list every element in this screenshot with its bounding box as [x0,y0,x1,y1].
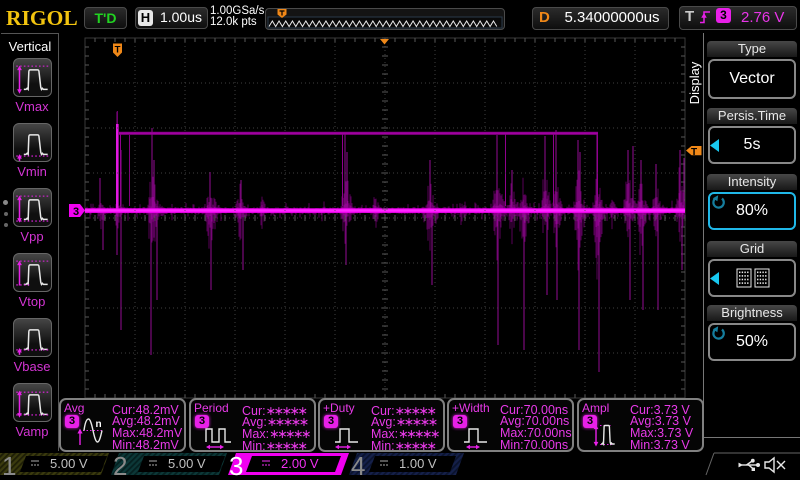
svg-text:1: 1 [2,451,16,480]
svg-text:T: T [115,45,121,56]
svg-text:3: 3 [73,206,79,218]
svg-text:1.00 V: 1.00 V [399,456,437,471]
svg-text:5.00 V: 5.00 V [50,456,88,471]
svg-text:2: 2 [113,451,127,480]
svg-text:n: n [96,419,102,430]
svg-text:4: 4 [351,451,365,480]
svg-text:5.00 V: 5.00 V [168,456,206,471]
svg-text:T: T [691,147,697,158]
svg-text:2.00 V: 2.00 V [281,456,319,471]
svg-text:3: 3 [229,451,243,480]
